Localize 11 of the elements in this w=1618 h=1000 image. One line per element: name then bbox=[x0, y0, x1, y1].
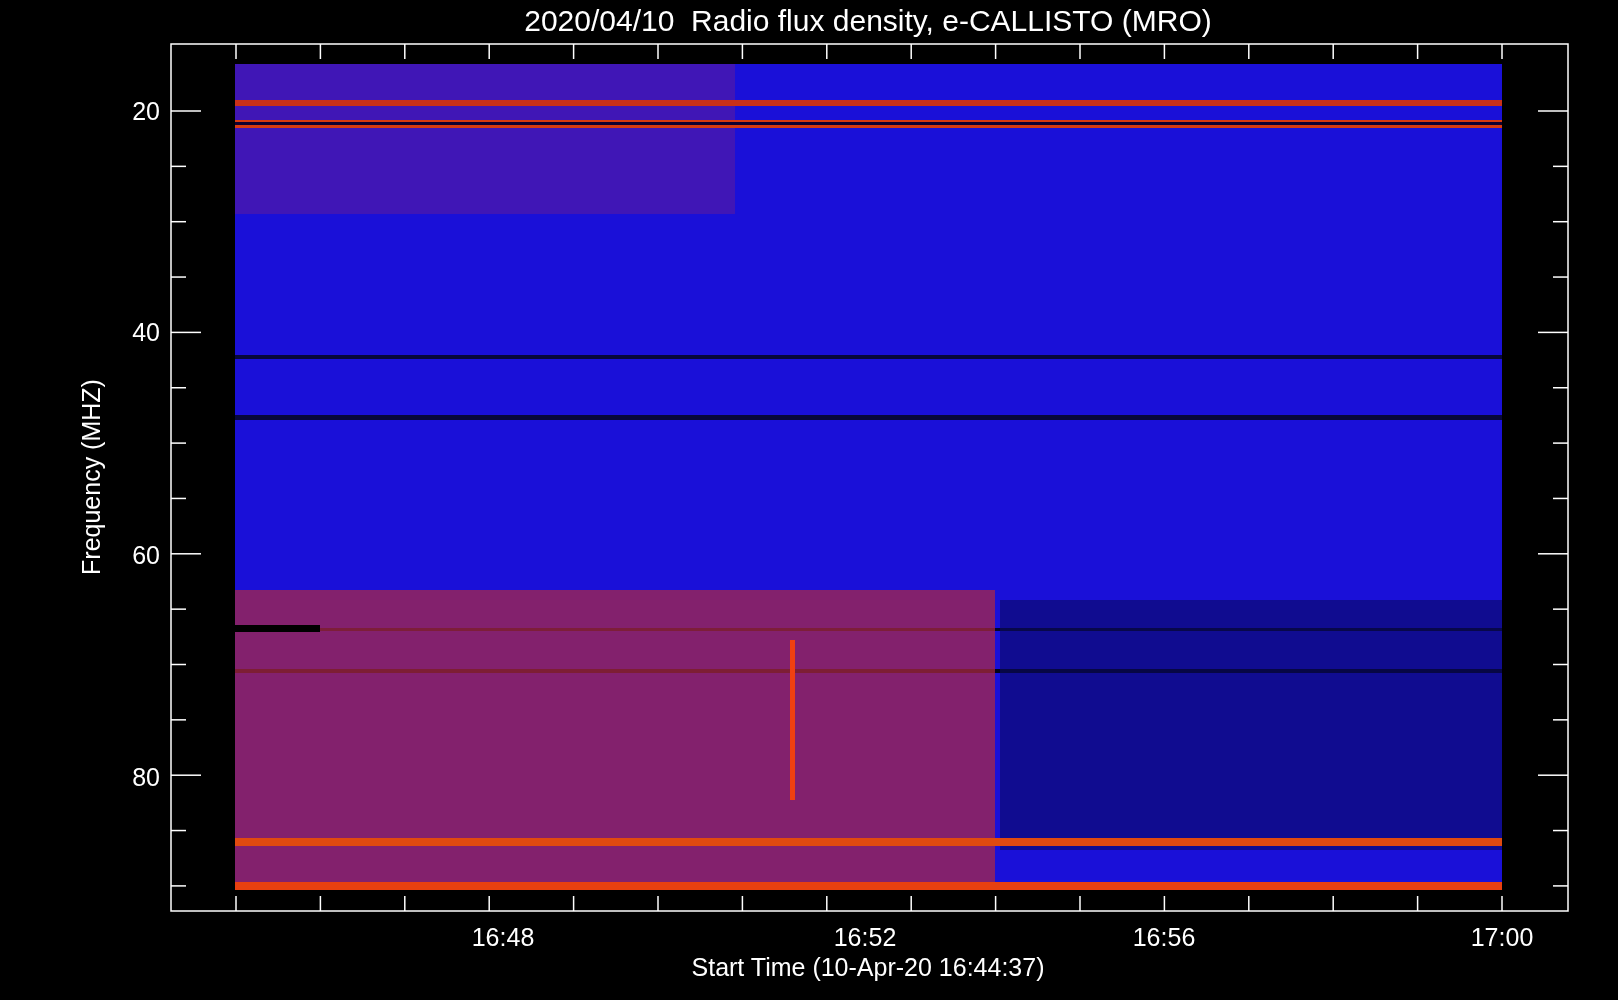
x-tick-label: 16:56 bbox=[1132, 923, 1196, 951]
x-tick-label: 17:00 bbox=[1470, 923, 1534, 951]
x-axis-label: Start Time (10-Apr-20 16:44:37) bbox=[691, 953, 1045, 981]
y-tick-label: 60 bbox=[132, 541, 160, 569]
y-tick-label: 80 bbox=[132, 763, 160, 791]
x-tick-label: 16:48 bbox=[471, 923, 535, 951]
chart-title: 2020/04/10 Radio flux density, e-CALLISTO (MRO) bbox=[524, 4, 1212, 37]
y-axis-label: Frequency (MHZ) bbox=[77, 379, 105, 575]
y-tick-label: 20 bbox=[132, 97, 160, 125]
x-tick-label: 16:52 bbox=[833, 923, 897, 951]
y-tick-label: 40 bbox=[132, 318, 160, 346]
